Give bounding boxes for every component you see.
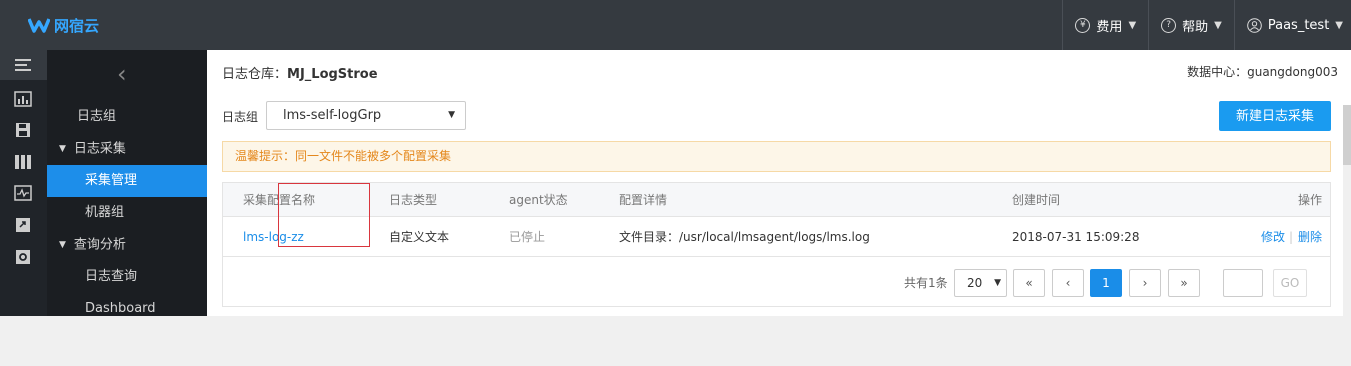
col-log-type: 日志类型	[389, 193, 438, 207]
log-group-label: 日志组	[222, 110, 259, 124]
dc-label: 数据中心：	[1187, 65, 1248, 79]
log-type: 自定义文本	[389, 230, 450, 244]
config-detail: 文件目录：/usr/local/lmsagent/logs/lms.log	[619, 230, 870, 244]
table-row: lms-log-zz 自定义文本 已停止 文件目录：/usr/local/lms…	[223, 217, 1330, 257]
top-nav: ¥ 费用 ▼ ? 帮助 ▼ Paas_test ▼	[1062, 0, 1351, 50]
storage-icon[interactable]	[14, 154, 32, 170]
sliders-icon[interactable]	[14, 185, 32, 201]
action-separator: |	[1289, 230, 1294, 244]
delete-link[interactable]: 删除	[1298, 217, 1322, 257]
user-menu[interactable]: Paas_test ▼	[1233, 0, 1351, 50]
menu-toggle-button[interactable]	[0, 50, 47, 80]
sidebar-item-label: 日志查询	[85, 269, 138, 284]
help-label: 帮助	[1182, 19, 1209, 35]
created-time: 2018-07-31 15:09:28	[1012, 230, 1140, 244]
log-group-select[interactable]: lms-self-logGrp ▼	[266, 101, 466, 130]
highlight-annotation	[278, 183, 370, 247]
page-size-select[interactable]: 20 ▼	[954, 269, 1007, 297]
page-size-value: 20	[967, 276, 983, 290]
sidebar-item-log-query[interactable]: 日志查询	[47, 261, 207, 293]
log-group-selected: lms-self-logGrp	[283, 108, 382, 123]
repo-label: 日志仓库：	[222, 67, 288, 82]
sidebar-item-label: 日志采集	[73, 141, 126, 157]
sidebar-item-query-analysis[interactable]: ▼ 查询分析	[47, 229, 207, 261]
brand-logo[interactable]: 网宿云	[28, 14, 99, 36]
caret-down-icon: ▼	[59, 144, 66, 154]
col-created-time: 创建时间	[1012, 193, 1061, 207]
sidebar-item-dashboard[interactable]: Dashboard	[47, 293, 207, 325]
chart-icon[interactable]	[14, 91, 32, 107]
caret-down-icon: ▼	[59, 240, 66, 250]
col-config-detail: 配置详情	[619, 193, 668, 207]
edit-link[interactable]: 修改	[1261, 217, 1285, 257]
sidebar-item-label: 查询分析	[73, 237, 126, 253]
new-log-collection-button[interactable]: 新建日志采集	[1219, 101, 1331, 131]
scrollbar-thumb[interactable]	[1343, 105, 1351, 165]
agent-status: 已停止	[509, 230, 546, 244]
caret-down-icon: ▼	[1335, 19, 1343, 31]
log-repository: 日志仓库：MJ_LogStroe	[222, 63, 378, 82]
question-icon: ?	[1161, 17, 1177, 33]
sidebar-item-machine-group[interactable]: 机器组	[47, 197, 207, 229]
top-bar: 网宿云 ¥ 费用 ▼ ? 帮助 ▼ Paas_test ▼	[0, 0, 1351, 50]
caret-down-icon: ▼	[994, 278, 1001, 288]
first-page-button[interactable]: «	[1013, 269, 1045, 297]
caret-down-icon: ▼	[1128, 19, 1137, 31]
prev-page-button[interactable]: ‹	[1052, 269, 1084, 297]
brand-name: 网宿云	[54, 16, 100, 35]
cost-menu[interactable]: ¥ 费用 ▼	[1062, 0, 1148, 50]
save-icon[interactable]	[14, 122, 32, 138]
sidebar-item-label: 日志组	[77, 109, 117, 124]
search-icon[interactable]	[14, 249, 32, 265]
scrollbar[interactable]	[1343, 105, 1351, 366]
sidebar-item-log-group[interactable]: 日志组	[47, 101, 207, 133]
go-button[interactable]: GO	[1273, 269, 1307, 297]
chevron-left-icon[interactable]: ‹	[117, 60, 127, 88]
table-header: 采集配置名称 日志类型 agent状态 配置详情 创建时间 操作	[223, 183, 1330, 217]
icon-bar	[0, 50, 47, 316]
help-menu[interactable]: ? 帮助 ▼	[1148, 0, 1234, 50]
last-page-button[interactable]: »	[1168, 269, 1200, 297]
sidebar: ‹ 日志组 ▼ 日志采集 采集管理 机器组 ▼ 查询分析 日志查询 Dashboar…	[47, 50, 207, 316]
yen-icon: ¥	[1075, 17, 1091, 33]
main-content: 日志仓库：MJ_LogStroe 数据中心：guangdong003 日志组 l…	[207, 50, 1351, 366]
repo-name: MJ_LogStroe	[287, 67, 378, 82]
menu-icon	[15, 59, 31, 71]
sidebar-item-label: Dashboard	[85, 301, 156, 316]
warning-notice: 温馨提示：同一文件不能被多个配置采集	[222, 141, 1331, 172]
user-name: Paas_test	[1267, 17, 1330, 33]
col-agent-status: agent状态	[509, 193, 568, 207]
sidebar-item-log-collection[interactable]: ▼ 日志采集	[47, 133, 207, 165]
dc-value: guangdong003	[1247, 65, 1338, 79]
collection-table: 采集配置名称 日志类型 agent状态 配置详情 创建时间 操作 lms-log…	[222, 182, 1331, 307]
sidebar-item-label: 机器组	[85, 205, 125, 220]
sidebar-item-label: 采集管理	[85, 173, 138, 188]
logo-icon	[28, 18, 50, 33]
data-center: 数据中心：guangdong003	[1187, 63, 1338, 80]
export-icon[interactable]	[14, 217, 32, 233]
user-icon	[1247, 17, 1262, 33]
page-jump-input[interactable]	[1223, 269, 1263, 297]
total-count: 共有1条	[904, 276, 948, 290]
sidebar-item-collection-management[interactable]: 采集管理	[47, 165, 207, 197]
caret-down-icon: ▼	[1214, 19, 1222, 31]
page-1-button[interactable]: 1	[1090, 269, 1122, 297]
pagination: 共有1条 20 ▼ « ‹ 1 › » GO	[223, 269, 1330, 297]
cost-label: 费用	[1096, 19, 1123, 35]
next-page-button[interactable]: ›	[1129, 269, 1161, 297]
caret-down-icon: ▼	[448, 110, 455, 120]
col-actions: 操作	[1298, 193, 1323, 207]
